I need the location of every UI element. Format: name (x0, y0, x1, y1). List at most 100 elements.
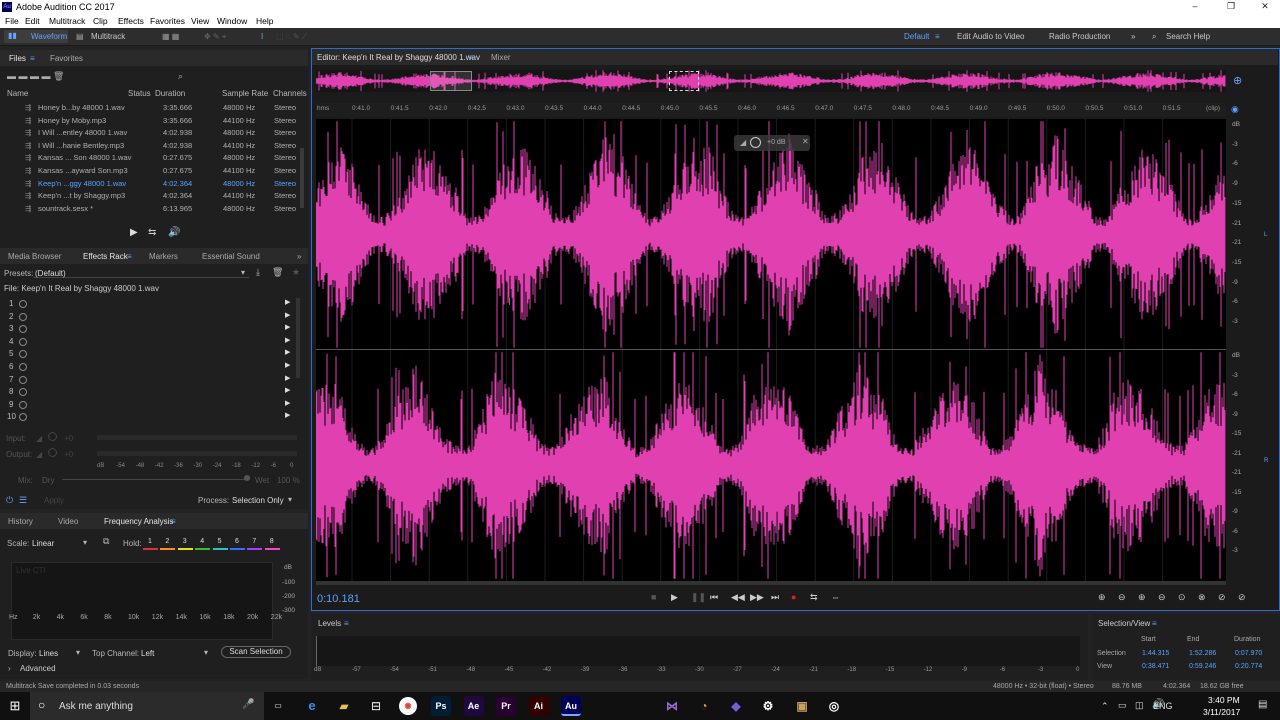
menu-file[interactable]: File (5, 16, 19, 26)
menu-multitrack[interactable]: Multitrack (49, 16, 85, 26)
maximize-button[interactable]: ❐ (1216, 1, 1246, 12)
taskbar-app-ae-icon[interactable]: Ae (463, 696, 484, 716)
menu-help[interactable]: Help (256, 16, 273, 26)
horizontal-scrollbar[interactable] (316, 581, 1226, 585)
selview-menu-icon[interactable]: ≡ (1152, 619, 1157, 628)
tab-mixer[interactable]: Mixer (491, 53, 511, 62)
effect-slot-arrow-icon[interactable]: ▶ (285, 311, 290, 319)
app-circle-icon[interactable]: ◎ (824, 696, 844, 716)
skip-back-icon[interactable]: ⏮ (710, 592, 718, 603)
favorite-icon[interactable]: ★ (292, 267, 300, 278)
power-icon[interactable] (19, 363, 27, 371)
col-name[interactable]: Name (7, 89, 28, 98)
spectral-display-icon[interactable]: ▦ ▦ (162, 32, 179, 41)
effect-slot-arrow-icon[interactable]: ▶ (285, 348, 290, 356)
hold-button[interactable]: 3 (177, 537, 193, 551)
tray-network-icon[interactable]: ◫ (1135, 700, 1144, 711)
effect-slot-arrow-icon[interactable]: ▶ (285, 323, 290, 331)
menu-clip[interactable]: Clip (93, 16, 108, 26)
zoom-in-time-icon[interactable]: ⊕ (1138, 592, 1146, 603)
taskbar-app-au-icon[interactable]: Au (561, 696, 581, 716)
stop-icon[interactable]: ■ (651, 592, 656, 602)
workspace-default[interactable]: Default (904, 32, 929, 41)
minimize-button[interactable]: – (1180, 1, 1210, 11)
tray-power-icon[interactable]: ▭ (1118, 700, 1127, 711)
app-diamond-icon[interactable]: ◆ (726, 696, 746, 716)
apply-button[interactable]: Apply (44, 496, 64, 505)
file-row[interactable]: ⇶ sountrack.sesx * 6:13.965 48000 Hz Stereo (0, 202, 305, 215)
close-button[interactable]: ✕ (1250, 1, 1280, 12)
workspace-menu-icon[interactable]: ≡ (935, 32, 940, 41)
sv-view-start[interactable]: 0:38.471 (1142, 663, 1169, 670)
cortana-search[interactable]: ○ Ask me anything 🎤 (30, 692, 264, 720)
hold-button[interactable]: 6 (230, 537, 245, 551)
tab-effects-rack[interactable]: Effects Rack (83, 252, 128, 261)
zoom-in-right-icon[interactable]: ⊘ (1238, 592, 1246, 603)
waveform-area[interactable]: ◢ +0 dB ✕ I (315, 119, 1226, 581)
file-row[interactable]: ⇶ Keep'n ...t by Shaggy.mp3 4:02.364 44100 … (0, 189, 305, 202)
sv-selection-duration[interactable]: 0:07.970 (1235, 650, 1262, 657)
power-icon[interactable] (19, 312, 27, 321)
move-tool-icon[interactable]: ✥ ✎ ⌖ (204, 32, 226, 42)
preview-play-icon[interactable]: ▶ (130, 227, 138, 238)
effect-slot[interactable]: 9 ▶ (0, 399, 300, 412)
marquee-tool-icon[interactable]: ⬚ ◌ ✎ ⟋ (276, 32, 307, 42)
tab-markers[interactable]: Markers (149, 252, 178, 261)
effect-slot[interactable]: 3 ▶ (0, 323, 300, 336)
hold-button[interactable]: 7 (247, 537, 263, 551)
freq-menu-icon[interactable]: ≡ (171, 517, 176, 526)
effect-slot-arrow-icon[interactable]: ▶ (285, 361, 290, 369)
menu-favorites[interactable]: Favorites (150, 16, 185, 26)
hud-pin-icon[interactable]: ✕ (802, 137, 809, 146)
sv-selection-end[interactable]: 1:52.286 (1189, 650, 1216, 657)
effect-slot[interactable]: 7 ▶ (0, 374, 300, 387)
file-row[interactable]: ⇶ Honey by Moby.mp3 3:35.666 44100 Hz Stereo (0, 114, 305, 127)
taskbar-app-ps-icon[interactable]: Ps (431, 696, 451, 716)
file-row[interactable]: ⇶ Honey b...by 48000 1.wav 3:35.666 48000 H… (0, 101, 305, 114)
file-row[interactable]: ⇶ Kansas ... Son 48000 1.wav 0:27.675 48000… (0, 151, 305, 164)
zoom-out-amplitude-icon[interactable]: ⊖ (1118, 592, 1126, 603)
list-view-icon[interactable]: ☰ (19, 495, 27, 506)
power-all-icon[interactable]: ⏻ (6, 495, 13, 506)
power-icon[interactable] (19, 300, 27, 308)
workspace-edit-audio-video[interactable]: Edit Audio to Video (957, 32, 1024, 41)
current-time[interactable]: 0:10.181 (317, 593, 360, 605)
fast-forward-icon[interactable]: ▶▶ (750, 592, 764, 603)
language-indicator[interactable]: ENG (1153, 701, 1173, 711)
channel-l-label[interactable]: L (1264, 232, 1267, 238)
hold-button[interactable]: 5 (212, 537, 228, 551)
tab-favorites[interactable]: Favorites (50, 54, 83, 63)
scan-selection-button[interactable]: Scan Selection (221, 646, 291, 658)
process-dropdown[interactable]: Selection Only ▾ (228, 494, 298, 505)
files-scrollbar[interactable] (300, 148, 304, 208)
windows-start-icon[interactable]: ⊞ (5, 696, 25, 716)
input-knob[interactable] (48, 432, 57, 441)
frequency-options-icon[interactable]: ⧉ (103, 536, 109, 547)
menu-view[interactable]: View (191, 16, 209, 26)
mix-slider[interactable] (62, 479, 247, 480)
file-explorer-icon[interactable]: ▰ (334, 696, 354, 716)
effect-slot-arrow-icon[interactable]: ▶ (285, 411, 290, 419)
col-sample-rate[interactable]: Sample Rate (222, 89, 268, 98)
tray-chevron-icon[interactable]: ⌃ (1101, 701, 1109, 712)
tab-essential-sound[interactable]: Essential Sound (202, 252, 260, 261)
delete-preset-icon[interactable]: 🗑 (272, 267, 283, 278)
zoom-out-time-icon[interactable]: ⊖ (1158, 592, 1166, 603)
file-row[interactable]: ⇶ I Will ...hanie Bentley.mp3 4:02.938 4410… (0, 139, 305, 152)
hud-volume-knob[interactable] (750, 137, 761, 148)
effect-slot-arrow-icon[interactable]: ▶ (285, 298, 290, 306)
power-icon[interactable] (19, 388, 27, 397)
workspace-more[interactable]: » (1131, 32, 1135, 41)
tab-files[interactable]: Files (9, 54, 26, 63)
overview-bar[interactable] (315, 70, 1226, 92)
tab-video[interactable]: Video (58, 517, 78, 526)
record-icon[interactable]: ● (791, 592, 796, 602)
task-view-icon[interactable]: ▭ (268, 696, 288, 716)
hold-button[interactable]: 4 (195, 537, 211, 551)
effects-menu-icon[interactable]: ≡ (127, 252, 132, 261)
app-box-icon[interactable]: ▣ (792, 696, 812, 716)
multitrack-mode-button[interactable]: Multitrack (91, 32, 125, 41)
file-row[interactable]: ⇶ I Will ...entley 48000 1.wav 4:02.938 480… (0, 126, 305, 139)
zoom-in-left-icon[interactable]: ⊘ (1218, 592, 1226, 603)
tab-frequency-analysis[interactable]: Frequency Analysis (104, 517, 173, 526)
